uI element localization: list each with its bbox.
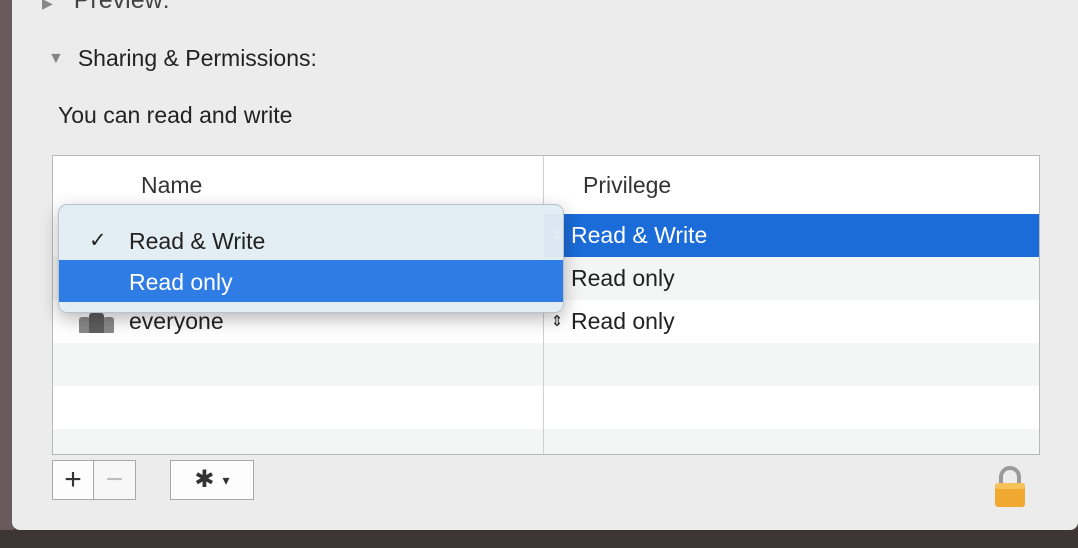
stepper-icon: ⇕ [550, 313, 564, 330]
disclosure-down-icon[interactable]: ▼ [48, 50, 64, 68]
preview-section-header[interactable]: ▶ Preview: [42, 0, 170, 15]
menu-item-label: Read only [129, 269, 233, 295]
privilege-popup[interactable]: ⇕ Read & Write [550, 222, 708, 249]
lock-icon[interactable] [992, 464, 1028, 508]
disclosure-right-icon: ▶ [42, 0, 53, 11]
table-row-empty [53, 343, 1039, 386]
remove-button[interactable]: − [94, 460, 136, 500]
action-menu-button[interactable]: ✱ ▾ [170, 460, 254, 500]
privilege-value: Read & Write [571, 222, 708, 248]
chevron-down-icon: ▾ [222, 472, 230, 488]
add-button[interactable]: + [52, 460, 94, 500]
table-row-empty [53, 386, 1039, 429]
column-header-privilege[interactable]: Privilege [583, 172, 671, 199]
permission-status-text: You can read and write [58, 102, 293, 128]
menu-item-label: Read & Write [129, 228, 266, 254]
privilege-value: Read only [571, 265, 675, 291]
sharing-permissions-header[interactable]: ▼ Sharing & Permissions: [48, 45, 317, 72]
section-title: Sharing & Permissions: [77, 45, 317, 71]
get-info-panel: ▶ Preview: ▼ Sharing & Permissions: You … [12, 0, 1078, 530]
privilege-popup[interactable]: ⇕ Read only [550, 265, 675, 292]
menu-item-read-only[interactable]: Read only [59, 260, 563, 302]
checkmark-icon: ✓ [89, 229, 107, 252]
group-icon [79, 311, 115, 333]
column-header-name[interactable]: Name [141, 172, 202, 199]
privilege-popup-menu: ✓ Read & Write Read only [58, 204, 564, 313]
table-row-empty [53, 429, 1039, 454]
privilege-value: Read only [571, 308, 675, 334]
privilege-popup[interactable]: ⇕ Read only [550, 308, 675, 335]
menu-item-read-write[interactable]: ✓ Read & Write [59, 219, 563, 261]
add-remove-group: + − [52, 460, 136, 500]
window-backdrop-bottom [0, 530, 1078, 548]
preview-label: Preview: [73, 0, 170, 14]
gear-icon: ✱ [194, 466, 215, 493]
